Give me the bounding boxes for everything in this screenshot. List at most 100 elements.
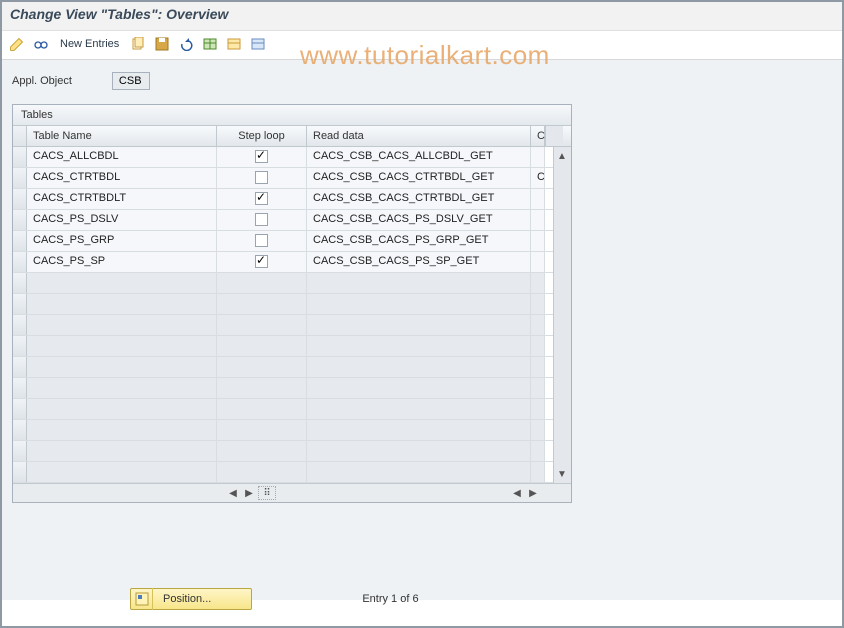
table-row[interactable]: CACS_CTRTBDL CACS_CSB_CACS_CTRTBDL_GETC <box>13 168 571 189</box>
cell-step[interactable] <box>217 168 307 188</box>
glasses-icon[interactable] <box>32 35 50 53</box>
table-row-empty <box>13 462 571 483</box>
toolbar: New Entries <box>0 31 844 60</box>
cell-read[interactable]: CACS_CSB_CACS_PS_GRP_GET <box>307 231 531 251</box>
col-header-step[interactable]: Step loop <box>217 126 307 146</box>
cell-name[interactable]: CACS_CTRTBDL <box>27 168 217 188</box>
cell-step[interactable] <box>217 147 307 167</box>
entry-count-label: Entry 1 of 6 <box>362 593 418 605</box>
undo-icon[interactable] <box>177 35 195 53</box>
table-row[interactable]: CACS_ALLCBDL CACS_CSB_CACS_ALLCBDL_GET <box>13 147 571 168</box>
table-row-empty <box>13 273 571 294</box>
hscroll-config-icon[interactable]: ⠿ <box>258 486 276 500</box>
row-handle[interactable] <box>13 252 27 272</box>
step-checkbox[interactable] <box>255 255 268 268</box>
cell-step[interactable] <box>217 189 307 209</box>
deselect-all-icon[interactable] <box>249 35 267 53</box>
row-handle[interactable] <box>13 462 27 482</box>
row-handle[interactable] <box>13 210 27 230</box>
table-row-empty <box>13 378 571 399</box>
row-handle[interactable] <box>13 399 27 419</box>
hscroll-left-icon[interactable]: ◀ <box>226 486 240 500</box>
step-checkbox[interactable] <box>255 192 268 205</box>
row-handle[interactable] <box>13 231 27 251</box>
save-icon[interactable] <box>153 35 171 53</box>
scroll-down-icon[interactable]: ▼ <box>555 467 569 481</box>
row-handle[interactable] <box>13 336 27 356</box>
cell-name[interactable]: CACS_CTRTBDLT <box>27 189 217 209</box>
cell-step[interactable] <box>217 231 307 251</box>
step-checkbox[interactable] <box>255 213 268 226</box>
appl-object-label: Appl. Object <box>12 75 72 87</box>
panel-title: Tables <box>13 105 571 126</box>
footer: Position... Entry 1 of 6 <box>0 588 844 610</box>
vertical-scrollbar[interactable]: ▲ ▼ <box>553 147 571 483</box>
cell-read[interactable]: CACS_CSB_CACS_PS_DSLV_GET <box>307 210 531 230</box>
position-icon <box>131 588 153 610</box>
col-header-name[interactable]: Table Name <box>27 126 217 146</box>
hscroll-left2-icon[interactable]: ◀ <box>510 486 524 500</box>
copy-icon[interactable] <box>129 35 147 53</box>
cell-c[interactable] <box>531 189 545 209</box>
vscroll-header <box>545 126 563 146</box>
table-row-empty <box>13 357 571 378</box>
table-row-empty <box>13 441 571 462</box>
row-handle[interactable] <box>13 273 27 293</box>
appl-object-input[interactable]: CSB <box>112 72 150 90</box>
cell-read[interactable]: CACS_CSB_CACS_CTRTBDL_GET <box>307 189 531 209</box>
row-handle[interactable] <box>13 189 27 209</box>
row-handle[interactable] <box>13 147 27 167</box>
cell-c[interactable]: C <box>531 168 545 188</box>
col-header-c[interactable]: C <box>531 126 545 146</box>
row-handle[interactable] <box>13 441 27 461</box>
cell-name[interactable]: CACS_PS_GRP <box>27 231 217 251</box>
table-row-empty <box>13 294 571 315</box>
table-row-empty <box>13 336 571 357</box>
table-row[interactable]: CACS_PS_SP CACS_CSB_CACS_PS_SP_GET <box>13 252 571 273</box>
table-row[interactable]: CACS_PS_DSLV CACS_CSB_CACS_PS_DSLV_GET <box>13 210 571 231</box>
row-handle[interactable] <box>13 378 27 398</box>
tables-panel: Tables Table Name Step loop Read data C … <box>12 104 572 503</box>
grid: Table Name Step loop Read data C CACS_AL… <box>13 126 571 502</box>
cell-c[interactable] <box>531 147 545 167</box>
cell-c[interactable] <box>531 210 545 230</box>
table-row-empty <box>13 420 571 441</box>
row-handle[interactable] <box>13 420 27 440</box>
cell-c[interactable] <box>531 252 545 272</box>
cell-c[interactable] <box>531 231 545 251</box>
row-handle[interactable] <box>13 168 27 188</box>
cell-read[interactable]: CACS_CSB_CACS_CTRTBDL_GET <box>307 168 531 188</box>
title-bar: Change View "Tables": Overview <box>0 0 844 31</box>
grid-body: CACS_ALLCBDLCACS_CSB_CACS_ALLCBDL_GETCAC… <box>13 147 571 483</box>
scroll-up-icon[interactable]: ▲ <box>555 149 569 163</box>
row-handle[interactable] <box>13 294 27 314</box>
row-handle-header <box>13 126 27 146</box>
position-button[interactable]: Position... <box>130 588 252 610</box>
col-header-read[interactable]: Read data <box>307 126 531 146</box>
cell-read[interactable]: CACS_CSB_CACS_PS_SP_GET <box>307 252 531 272</box>
cell-name[interactable]: CACS_ALLCBDL <box>27 147 217 167</box>
select-all-icon[interactable] <box>225 35 243 53</box>
step-checkbox[interactable] <box>255 234 268 247</box>
cell-step[interactable] <box>217 210 307 230</box>
hscroll-right2-icon[interactable]: ▶ <box>526 486 540 500</box>
cell-name[interactable]: CACS_PS_SP <box>27 252 217 272</box>
new-entries-button[interactable]: New Entries <box>56 38 123 50</box>
page-title: Change View "Tables": Overview <box>10 6 834 22</box>
row-handle[interactable] <box>13 315 27 335</box>
change-icon[interactable] <box>8 35 26 53</box>
step-checkbox[interactable] <box>255 150 268 163</box>
hscroll-right-icon[interactable]: ▶ <box>242 486 256 500</box>
row-handle[interactable] <box>13 357 27 377</box>
table-row[interactable]: CACS_PS_GRP CACS_CSB_CACS_PS_GRP_GET <box>13 231 571 252</box>
cell-read[interactable]: CACS_CSB_CACS_ALLCBDL_GET <box>307 147 531 167</box>
step-checkbox[interactable] <box>255 171 268 184</box>
table-icon[interactable] <box>201 35 219 53</box>
content-area: Appl. Object CSB Tables Table Name Step … <box>0 60 844 600</box>
appl-object-row: Appl. Object CSB <box>12 72 832 90</box>
table-row[interactable]: CACS_CTRTBDLT CACS_CSB_CACS_CTRTBDL_GET <box>13 189 571 210</box>
cell-name[interactable]: CACS_PS_DSLV <box>27 210 217 230</box>
table-row-empty <box>13 399 571 420</box>
cell-step[interactable] <box>217 252 307 272</box>
horizontal-scrollbar[interactable]: ◀ ▶ ⠿ ◀ ▶ <box>13 483 571 502</box>
